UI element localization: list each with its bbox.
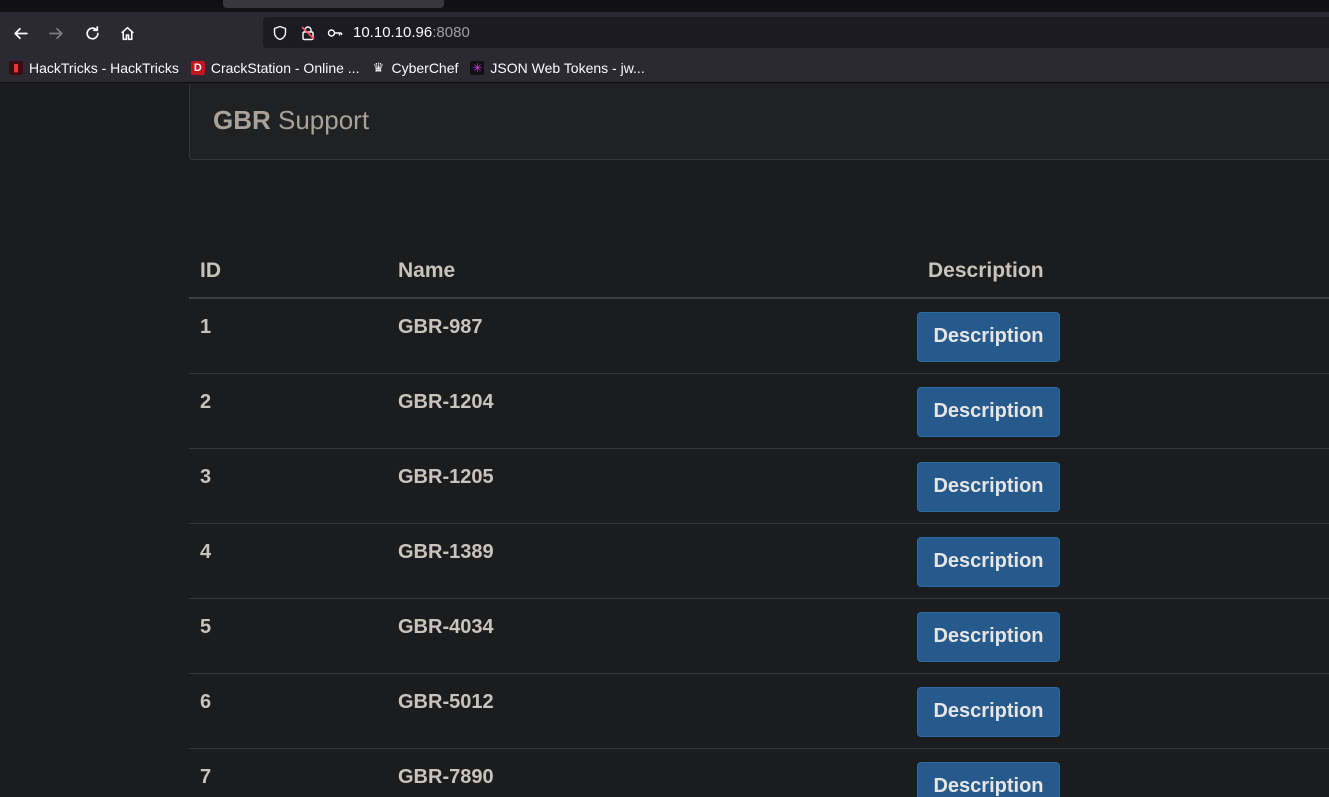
row-id: 1 [189, 298, 387, 374]
description-button[interactable]: Description [917, 386, 1060, 437]
table-header-row: ID Name Description [189, 244, 1329, 299]
url-port: :8080 [432, 24, 470, 41]
cyberchef-icon: ♛ [372, 59, 385, 75]
table-row: 4 GBR-1389 Description [189, 523, 1329, 599]
row-description-cell: Description [917, 673, 1329, 749]
table-row: 6 GBR-5012 Description [189, 673, 1329, 749]
bookmark-cyberchef[interactable]: ♛ CyberChef [371, 59, 459, 76]
active-tab[interactable] [223, 0, 444, 8]
bookmark-jwt[interactable]: ✳ JSON Web Tokens - jw... [470, 59, 645, 76]
row-description-cell: Description [917, 598, 1329, 674]
row-name: GBR-1205 [387, 448, 917, 524]
tracking-protection-shield-icon[interactable] [271, 24, 288, 41]
arrow-left-icon [13, 27, 28, 39]
bookmark-crackstation[interactable]: D CrackStation - Online ... [190, 59, 360, 76]
bookmarks-toolbar: ▮ HackTricks - HackTricks D CrackStation… [0, 53, 1329, 83]
row-name: GBR-987 [387, 298, 917, 374]
row-description-cell: Description [917, 298, 1329, 374]
address-bar[interactable]: 10.10.10.96:8080 [263, 17, 1329, 48]
row-name: GBR-1389 [387, 523, 917, 599]
row-id: 7 [189, 748, 387, 797]
row-description-cell: Description [917, 373, 1329, 449]
key-icon[interactable] [326, 24, 343, 41]
navigation-toolbar: 10.10.10.96:8080 [0, 12, 1329, 53]
description-button[interactable]: Description [917, 312, 1060, 362]
crackstation-icon: D [190, 60, 205, 75]
table-row: 1 GBR-987 Description [189, 298, 1329, 374]
brand-rest: Support [270, 105, 370, 135]
bookmark-hacktricks[interactable]: ▮ HackTricks - HackTricks [9, 60, 179, 76]
description-button[interactable]: Description [917, 536, 1060, 587]
row-id: 6 [189, 673, 387, 749]
row-id: 4 [189, 523, 387, 599]
bookmark-label: JSON Web Tokens - jw... [490, 59, 645, 76]
arrow-right-icon [48, 27, 63, 39]
description-button[interactable]: Description [917, 686, 1060, 737]
site-navbar: GBR Support [189, 84, 1329, 160]
row-description-cell: Description [917, 748, 1329, 797]
column-header-id: ID [189, 244, 387, 299]
row-description-cell: Description [917, 523, 1329, 599]
row-name: GBR-1204 [387, 373, 917, 449]
row-id: 5 [189, 598, 387, 674]
tickets-table: ID Name Description 1 GBR-987 Description 2… [189, 244, 1329, 797]
url-text[interactable]: 10.10.10.96:8080 [353, 24, 470, 41]
column-header-name: Name [387, 244, 917, 299]
description-button[interactable]: Description [917, 761, 1060, 797]
forward-button[interactable] [43, 20, 69, 46]
column-header-description: Description [917, 244, 1329, 299]
description-button[interactable]: Description [917, 461, 1060, 512]
reload-icon [85, 25, 99, 40]
description-button[interactable]: Description [917, 611, 1060, 662]
back-button[interactable] [7, 20, 33, 46]
row-id: 2 [189, 373, 387, 449]
table-row: 3 GBR-1205 Description [189, 448, 1329, 524]
reload-button[interactable] [79, 20, 105, 46]
table-row: 7 GBR-7890 Description [189, 748, 1329, 797]
bookmark-label: CyberChef [391, 59, 459, 76]
brand-bold: GBR [213, 105, 271, 135]
hacktricks-icon: ▮ [9, 60, 23, 75]
row-id: 3 [189, 448, 387, 524]
table-row: 2 GBR-1204 Description [189, 373, 1329, 449]
jwt-icon: ✳ [470, 60, 485, 75]
site-brand[interactable]: GBR Support [213, 104, 369, 136]
tab-strip [0, 0, 1329, 12]
home-button[interactable] [114, 20, 140, 46]
url-host: 10.10.10.96 [353, 24, 433, 41]
insecure-lock-icon[interactable] [299, 24, 316, 41]
home-icon [120, 26, 134, 40]
row-name: GBR-5012 [387, 673, 917, 749]
page-content: GBR Support ID Name Description 1 GBR-987… [0, 84, 1329, 797]
row-name: GBR-4034 [387, 598, 917, 674]
bookmark-label: HackTricks - HackTricks [29, 59, 179, 76]
row-name: GBR-7890 [387, 748, 917, 797]
bookmark-label: CrackStation - Online ... [210, 59, 360, 76]
row-description-cell: Description [917, 448, 1329, 524]
table-row: 5 GBR-4034 Description [189, 598, 1329, 674]
